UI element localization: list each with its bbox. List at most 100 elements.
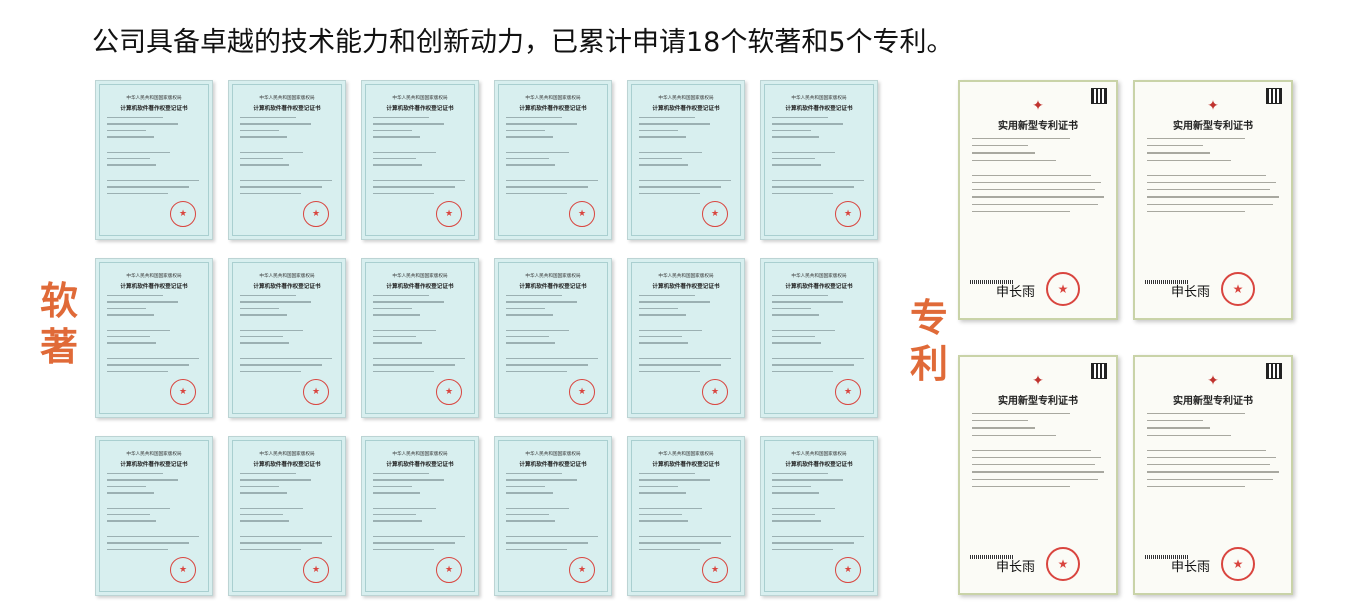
certificate-title: 计算机软件著作权登记证书 [120, 284, 188, 290]
certificate-issuer: 中华人民共和国国家版权局 [259, 274, 315, 279]
red-seal-icon: ★ [170, 557, 196, 583]
text-line [240, 542, 322, 544]
text-line [373, 535, 465, 538]
text-line [107, 129, 146, 132]
text-line [639, 542, 721, 544]
red-seal-icon: ★ [1046, 272, 1080, 306]
text-line [1147, 471, 1279, 473]
text-line [107, 479, 179, 481]
text-line [373, 507, 437, 509]
text-line [506, 542, 588, 544]
patent-office-emblem-icon: ✦ [1032, 373, 1044, 389]
text-line [772, 117, 829, 119]
text-line [107, 301, 179, 303]
text-line [506, 535, 598, 538]
text-line [373, 335, 416, 338]
text-line [772, 192, 834, 194]
certificate-title: 计算机软件著作权登记证书 [253, 106, 321, 112]
software-certificate: 中华人民共和国国家版权局 计算机软件著作权登记证书 ★ [627, 258, 745, 418]
text-line [1147, 464, 1271, 466]
certificate-title: 计算机软件著作权登记证书 [253, 462, 321, 468]
text-line [772, 473, 829, 475]
text-line [772, 307, 811, 310]
page-headline: 公司具备卓越的技术能力和创新动力，已累计申请18个软著和5个专利。 [92, 27, 954, 58]
red-seal-icon: ★ [436, 379, 462, 405]
text-line [1147, 181, 1276, 184]
software-certificate: 中华人民共和国国家版权局 计算机软件著作权登记证书 ★ [361, 80, 479, 240]
text-line [1147, 449, 1266, 451]
text-line [972, 471, 1104, 473]
software-certificate: 中华人民共和国国家版权局 计算机软件著作权登记证书 ★ [760, 258, 878, 418]
text-line [772, 179, 864, 182]
text-line [772, 157, 815, 160]
text-line [506, 329, 570, 331]
red-seal-icon: ★ [835, 557, 861, 583]
text-line [639, 186, 721, 188]
red-seal-icon: ★ [569, 379, 595, 405]
text-line [506, 548, 568, 550]
patent-label-char-1: 专 [909, 295, 948, 340]
text-line [107, 548, 169, 550]
text-line [107, 192, 169, 194]
text-line [240, 357, 332, 360]
text-line [772, 151, 836, 153]
text-line [240, 186, 322, 188]
certificate-title: 实用新型专利证书 [1173, 121, 1253, 132]
text-line [972, 420, 1028, 422]
text-line [240, 485, 279, 488]
qr-code-icon [1091, 363, 1107, 379]
text-line [639, 507, 703, 509]
director-signature: 申长雨 [996, 560, 1036, 575]
red-seal-icon: ★ [835, 379, 861, 405]
text-line [373, 295, 430, 297]
text-line [373, 186, 455, 188]
patent-certificate: ✦ 实用新型专利证书 申长雨 ★ [1133, 355, 1293, 595]
text-line [639, 473, 696, 475]
text-line [639, 329, 703, 331]
certificate-issuer: 中华人民共和国国家版权局 [259, 96, 315, 101]
text-line [107, 157, 150, 160]
red-seal-icon: ★ [702, 379, 728, 405]
text-line [506, 157, 549, 160]
text-line [772, 548, 834, 550]
text-line [373, 548, 435, 550]
text-line [972, 138, 1070, 140]
text-line [1147, 174, 1266, 176]
text-line [373, 157, 416, 160]
text-line [240, 548, 302, 550]
software-certificate: 中华人民共和国国家版权局 计算机软件著作权登记证书 ★ [760, 80, 878, 240]
text-line [972, 210, 1070, 212]
text-line [107, 335, 150, 338]
text-line [1147, 420, 1203, 422]
text-line [506, 123, 578, 125]
text-line [107, 370, 169, 372]
patent-certificate: ✦ 实用新型专利证书 申长雨 ★ [958, 355, 1118, 595]
text-line [1147, 138, 1245, 140]
certificate-issuer: 中华人民共和国国家版权局 [525, 274, 581, 279]
red-seal-icon: ★ [1221, 547, 1255, 581]
software-certificate: 中华人民共和国国家版权局 计算机软件著作权登记证书 ★ [494, 80, 612, 240]
red-seal-icon: ★ [170, 201, 196, 227]
text-line [1147, 145, 1203, 147]
certificate-issuer: 中华人民共和国国家版权局 [791, 274, 847, 279]
text-line [1147, 152, 1210, 154]
software-certificate: 中华人民共和国国家版权局 计算机软件著作权登记证书 ★ [361, 258, 479, 418]
patent-office-emblem-icon: ✦ [1032, 98, 1044, 114]
text-line [107, 485, 146, 488]
red-seal-icon: ★ [303, 201, 329, 227]
text-line [506, 357, 598, 360]
certificate-title: 计算机软件著作权登记证书 [652, 462, 720, 468]
certificate-title: 计算机软件著作权登记证书 [519, 284, 587, 290]
certificate-issuer: 中华人民共和国国家版权局 [259, 452, 315, 457]
text-line [972, 478, 1098, 480]
software-certificate: 中华人民共和国国家版权局 计算机软件著作权登记证书 ★ [95, 436, 213, 596]
software-certificate: 中华人民共和国国家版权局 计算机软件著作权登记证书 ★ [228, 258, 346, 418]
red-seal-icon: ★ [702, 557, 728, 583]
